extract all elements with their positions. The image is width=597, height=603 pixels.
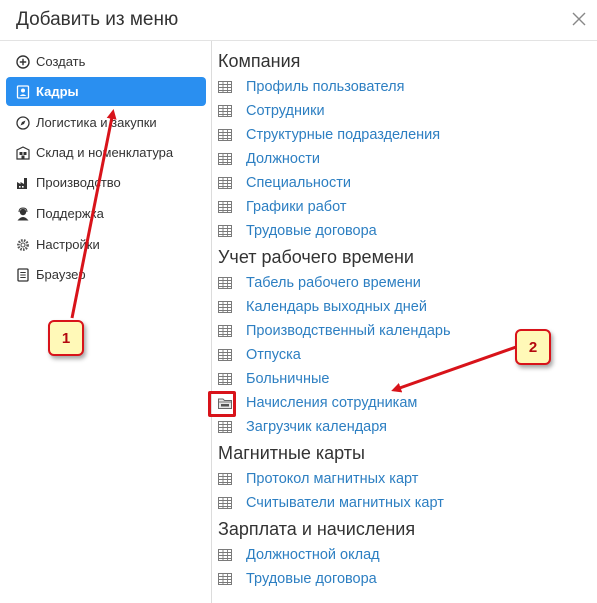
annotation-arrows [70, 109, 520, 393]
arrow-2 [391, 344, 520, 393]
add-from-menu-dialog: Добавить из меню Создать Кадры Логистика… [0, 0, 597, 603]
arrow-1 [70, 109, 117, 319]
highlight-box [208, 391, 236, 417]
callout-2: 2 [515, 329, 551, 365]
callout-1: 1 [48, 320, 84, 356]
